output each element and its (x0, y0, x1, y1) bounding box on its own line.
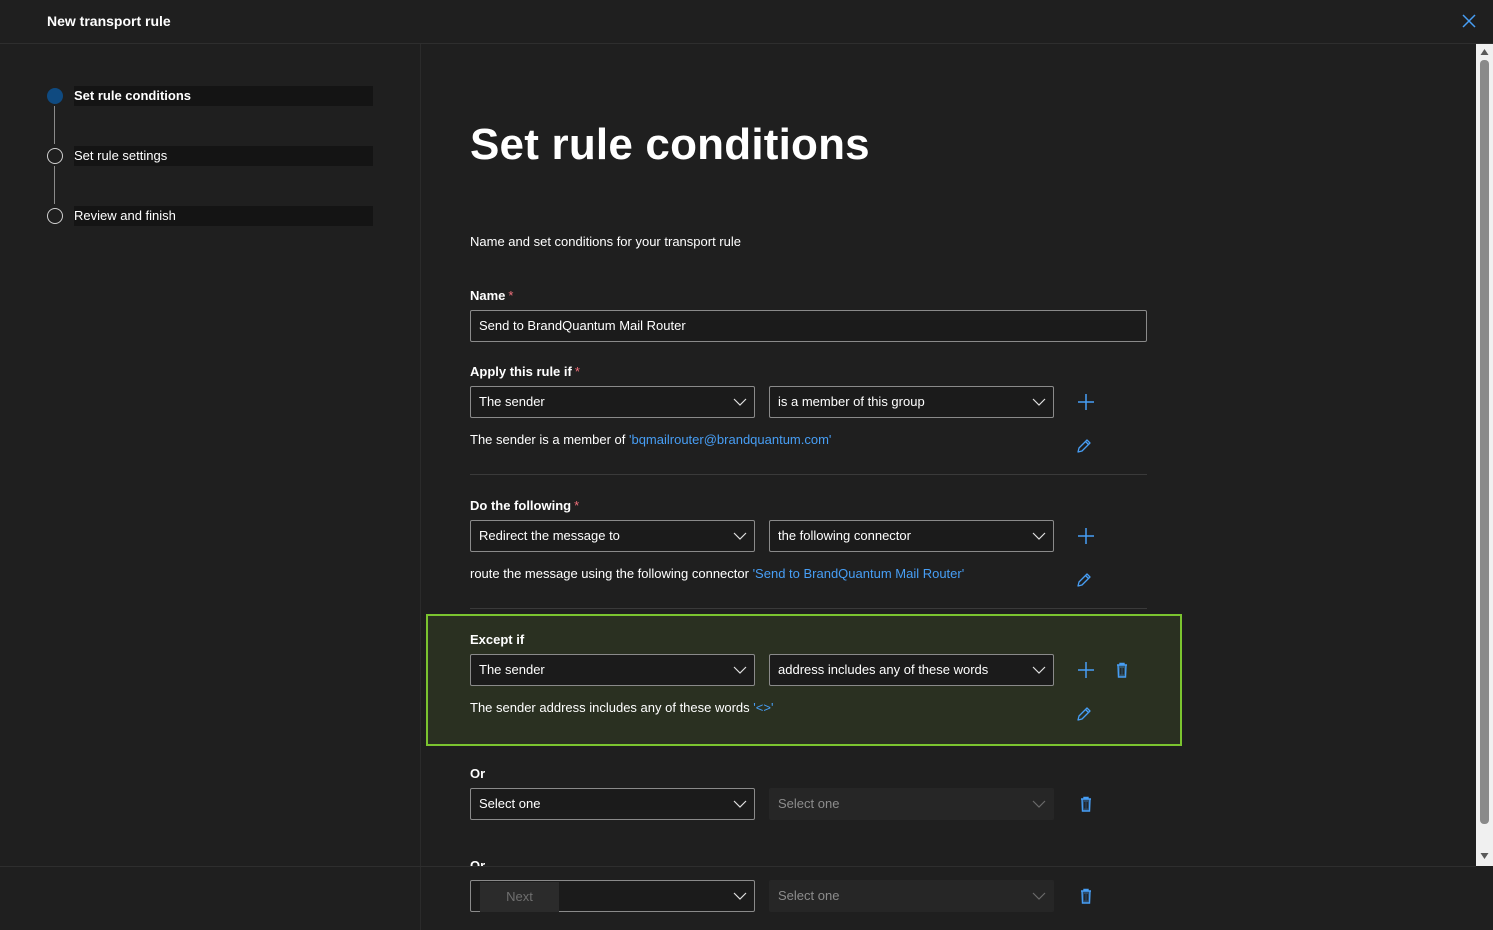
vertical-scrollbar[interactable] (1476, 44, 1493, 866)
add-condition-icon[interactable] (1076, 392, 1096, 412)
step-set-rule-settings[interactable]: Set rule settings (46, 146, 374, 166)
apply-rule-if-label: Apply this rule if * (470, 364, 580, 379)
page-title: Set rule conditions (470, 120, 870, 169)
summary-link[interactable]: 'Send to BrandQuantum Mail Router' (753, 566, 965, 581)
step-connector (54, 166, 55, 204)
apply-label-text: Apply this rule if (470, 364, 572, 379)
dropdown-value: Select one (778, 796, 840, 811)
dropdown-value: The sender (479, 394, 545, 409)
summary-link[interactable]: 'bqmailrouter@brandquantum.com' (629, 432, 831, 447)
scrollbar-thumb[interactable] (1480, 60, 1489, 824)
do-the-following-label: Do the following * (470, 498, 579, 513)
step-set-rule-conditions[interactable]: Set rule conditions (46, 86, 374, 106)
dropdown-value: is a member of this group (778, 394, 925, 409)
summary-text: route the message using the following co… (470, 566, 749, 581)
chevron-down-icon (1032, 666, 1046, 674)
summary-text: The sender address includes any of these… (470, 700, 750, 715)
next-button[interactable]: Next (480, 882, 559, 912)
exception-summary: The sender address includes any of these… (470, 700, 773, 715)
step-review-and-finish[interactable]: Review and finish (46, 206, 374, 226)
dropdown-value: address includes any of these words (778, 662, 989, 677)
dropdown-value: Redirect the message to (479, 528, 620, 543)
add-action-icon[interactable] (1076, 526, 1096, 546)
scroll-up-arrow-icon[interactable] (1480, 48, 1489, 56)
scroll-down-arrow-icon[interactable] (1480, 852, 1489, 860)
close-icon[interactable] (1459, 11, 1479, 31)
chevron-down-icon (1032, 892, 1046, 900)
exception-subcondition-dropdown[interactable]: address includes any of these words (769, 654, 1054, 686)
or-label: Or (470, 766, 486, 781)
or-condition-dropdown[interactable]: Select one (470, 788, 755, 820)
name-label: Name * (470, 288, 513, 303)
step-indicator-icon (47, 148, 63, 164)
panel-title: New transport rule (47, 13, 171, 29)
summary-link[interactable]: '<>' (753, 700, 773, 715)
step-indicator-icon (47, 88, 63, 104)
or-label: Or (470, 858, 486, 866)
chevron-down-icon (1032, 398, 1046, 406)
step-connector (54, 106, 55, 144)
chevron-down-icon (1032, 532, 1046, 540)
edit-pencil-icon[interactable] (1074, 436, 1094, 456)
panel-header: New transport rule (0, 0, 1493, 44)
chevron-down-icon (733, 892, 747, 900)
chevron-down-icon (733, 398, 747, 406)
section-divider (470, 608, 1147, 609)
edit-pencil-icon[interactable] (1074, 704, 1094, 724)
main-content: Set rule conditions Name and set conditi… (422, 44, 1476, 866)
apply-condition-dropdown[interactable]: The sender (470, 386, 755, 418)
step-label: Set rule settings (74, 146, 373, 166)
chevron-down-icon (733, 532, 747, 540)
chevron-down-icon (733, 800, 747, 808)
apply-summary: The sender is a member of 'bqmailrouter@… (470, 432, 831, 447)
dropdown-value: Select one (778, 888, 840, 903)
chevron-down-icon (1032, 800, 1046, 808)
section-divider (470, 474, 1147, 475)
step-label: Review and finish (74, 206, 373, 226)
apply-subcondition-dropdown[interactable]: is a member of this group (769, 386, 1054, 418)
wizard-steps-pane: Set rule conditions Set rule settings Re… (0, 44, 421, 930)
exception-dropdown[interactable]: The sender (470, 654, 755, 686)
chevron-down-icon (733, 666, 747, 674)
add-exception-icon[interactable] (1076, 660, 1096, 680)
action-summary: route the message using the following co… (470, 566, 964, 581)
delete-trash-icon[interactable] (1076, 794, 1096, 814)
dropdown-value: Select one (479, 796, 541, 811)
delete-trash-icon[interactable] (1076, 886, 1096, 906)
do-label-text: Do the following (470, 498, 572, 513)
action-dropdown[interactable]: Redirect the message to (470, 520, 755, 552)
action-target-dropdown[interactable]: the following connector (769, 520, 1054, 552)
step-indicator-icon (47, 208, 63, 224)
dropdown-value: The sender (479, 662, 545, 677)
or-subcondition-dropdown-2: Select one (769, 880, 1054, 912)
except-if-label: Except if (470, 632, 525, 647)
or-subcondition-dropdown: Select one (769, 788, 1054, 820)
dropdown-value: the following connector (778, 528, 911, 543)
summary-text: The sender is a member of (470, 432, 626, 447)
name-input[interactable]: Send to BrandQuantum Mail Router (470, 310, 1147, 342)
page-subtitle: Name and set conditions for your transpo… (470, 234, 741, 249)
required-asterisk: * (508, 288, 514, 303)
required-asterisk: * (574, 364, 580, 379)
required-asterisk: * (574, 498, 580, 513)
delete-trash-icon[interactable] (1112, 660, 1132, 680)
name-label-text: Name (470, 288, 506, 303)
edit-pencil-icon[interactable] (1074, 570, 1094, 590)
step-label: Set rule conditions (74, 86, 373, 106)
